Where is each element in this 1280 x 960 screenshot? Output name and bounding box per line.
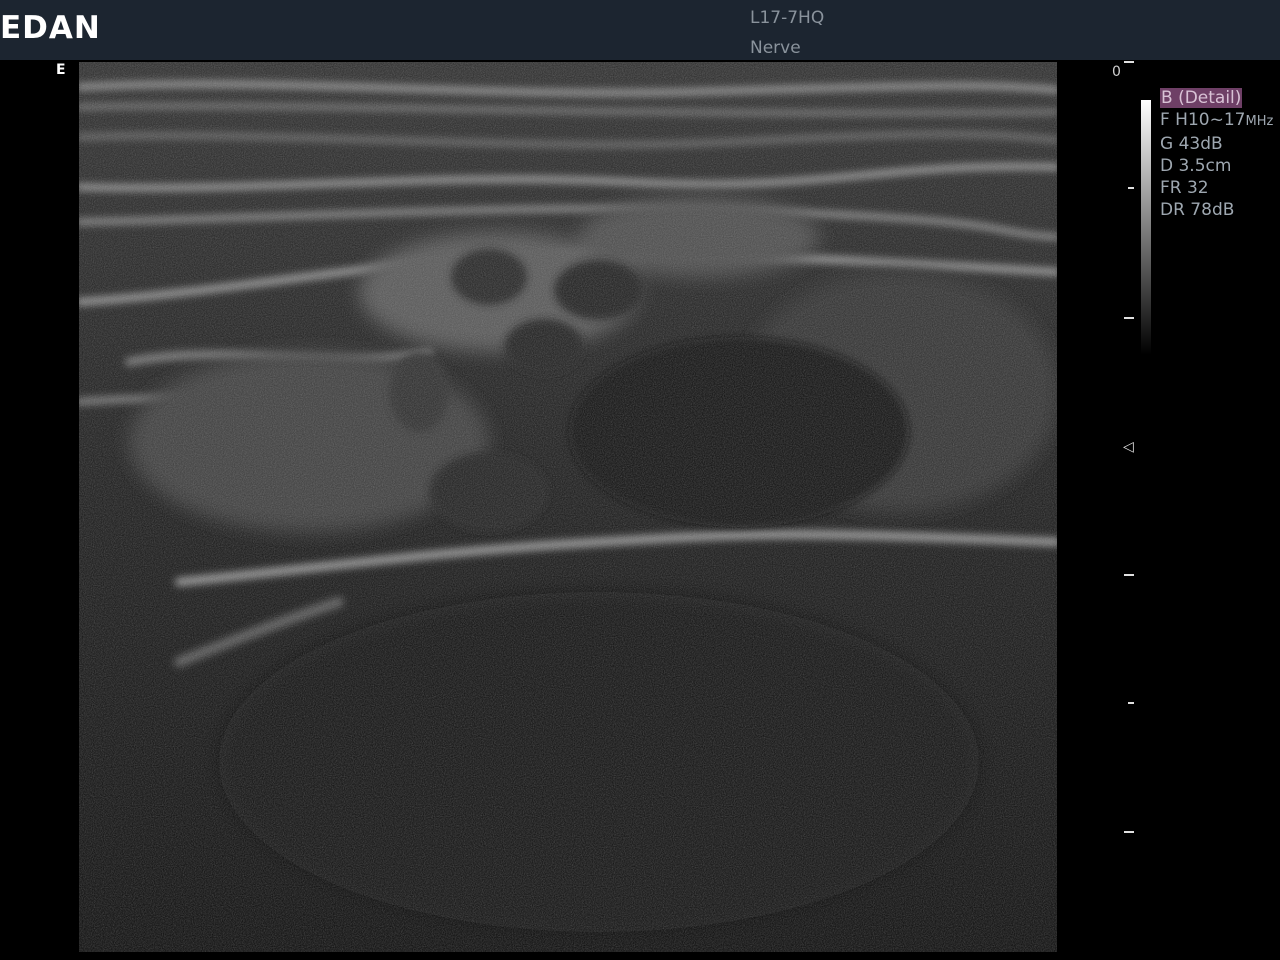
ultrasound-image[interactable] — [79, 62, 1057, 952]
focus-triangle-icon[interactable]: ◁ — [1123, 439, 1134, 455]
frequency-unit: MHz — [1245, 114, 1274, 129]
depth-zero-label: 0 — [1112, 64, 1121, 80]
header-bar: EDAN L17-7HQ Nerve — [0, 0, 1280, 60]
orientation-marker: E — [56, 62, 66, 78]
gain-row: G 43dB — [1160, 134, 1223, 154]
depth-tick-major — [1124, 574, 1134, 576]
brand-logo: EDAN — [0, 10, 101, 46]
depth-tick-major — [1124, 317, 1134, 319]
depth-row: D 3.5cm — [1160, 156, 1232, 176]
mode-row[interactable]: B (Detail) — [1160, 87, 1273, 109]
grayscale-bar — [1141, 100, 1151, 355]
ultrasound-texture — [79, 62, 1057, 952]
dynamic-range-row: DR 78dB — [1160, 200, 1235, 220]
depth-tick-major — [1124, 61, 1134, 63]
probe-label: L17-7HQ — [750, 8, 825, 28]
imaging-parameters: B (Detail) F H10~17MHz G 43dB D 3.5cm FR… — [1160, 87, 1273, 221]
preset-label: Nerve — [750, 38, 801, 58]
depth-tick-minor — [1128, 702, 1134, 704]
depth-tick-major — [1124, 831, 1134, 833]
frame-rate-row: FR 32 — [1160, 178, 1209, 198]
mode-label: B (Detail) — [1160, 88, 1243, 108]
frequency-label: F H10~17 — [1160, 110, 1246, 130]
depth-tick-minor — [1128, 187, 1134, 189]
frequency-row: F H10~17MHz — [1160, 109, 1273, 133]
